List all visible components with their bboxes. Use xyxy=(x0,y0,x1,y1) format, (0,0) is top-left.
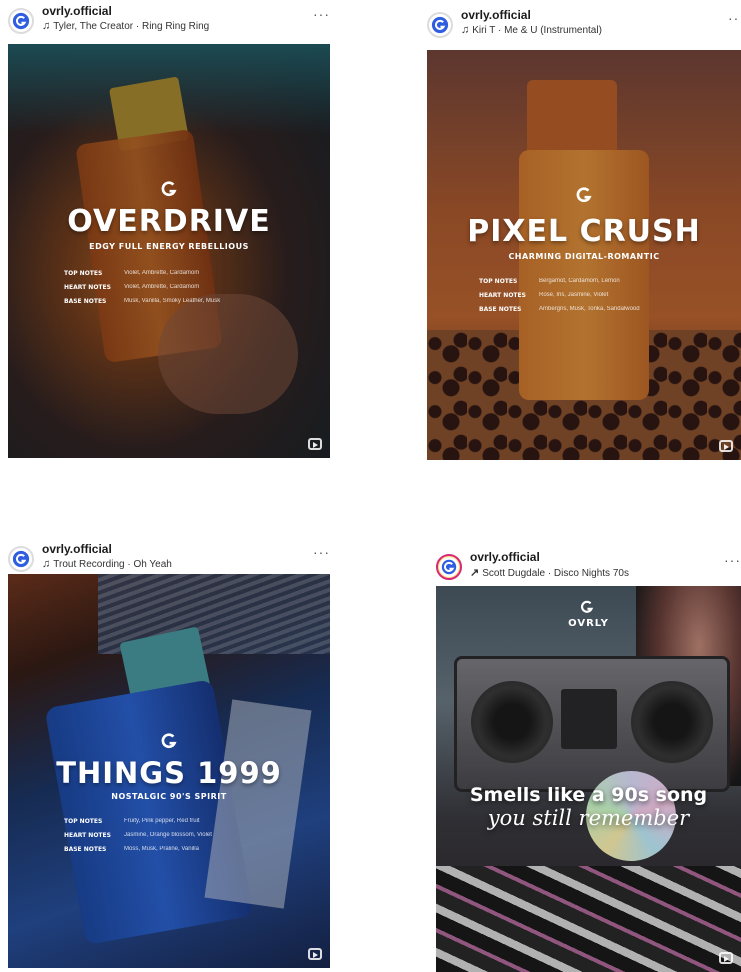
notes-value: Ambergris, Musk, Tonka, Sandalwood xyxy=(539,306,640,312)
post-header: ovrly.official ♫ Tyler, The Creator · Rin… xyxy=(8,2,330,46)
notes-value: Rose, Iris, Jasmine, Violet xyxy=(539,292,609,298)
ovrly-logo-icon xyxy=(161,181,177,197)
username[interactable]: ovrly.official xyxy=(42,4,112,18)
ovrly-logo-icon xyxy=(576,187,592,203)
notes-label: TOP NOTES xyxy=(64,269,103,277)
notes-label: TOP NOTES xyxy=(479,277,518,285)
notes-value: Moss, Musk, Praline, Vanilla xyxy=(124,846,199,852)
music-note-icon: ♫ xyxy=(461,24,470,36)
fragrance-notes: TOP NOTES Violet, Ambrette, Cardamom HEAR… xyxy=(64,266,220,308)
reel-icon xyxy=(308,948,322,960)
notes-value: Fruity, Pink pepper, Red fruit xyxy=(124,818,200,824)
post-disco: ovrly.official ↗ Scott Dugdale · Disco Ni… xyxy=(436,548,741,972)
fragrance-title: THINGS 1999 xyxy=(56,756,282,790)
reel-icon xyxy=(719,440,733,452)
audio-track[interactable]: ♫ Kiri T · Me & U (Instrumental) xyxy=(461,24,602,36)
tagline-line-1: Smells like a 90s song xyxy=(469,784,708,806)
ovrly-logo-icon xyxy=(441,559,457,575)
audio-track[interactable]: ♫ Trout Recording · Oh Yeah xyxy=(42,558,172,570)
avatar[interactable] xyxy=(8,8,34,34)
username[interactable]: ovrly.official xyxy=(461,8,531,22)
notes-row-top: TOP NOTES Bergamot, Cardamom, Lemon xyxy=(479,274,640,288)
username[interactable]: ovrly.official xyxy=(42,542,112,556)
notes-row-heart: HEART NOTES Jasmine, Orange blossom, Viol… xyxy=(64,828,212,842)
more-options-icon[interactable]: ··· xyxy=(313,6,330,22)
fragrance-notes: TOP NOTES Fruity, Pink pepper, Red fruit … xyxy=(64,814,212,856)
music-note-icon: ♫ xyxy=(42,558,51,570)
post-media[interactable]: OVERDRIVE EDGY FULL ENERGY REBELLIOUS TO… xyxy=(8,44,330,458)
audio-track[interactable]: ↗ Scott Dugdale · Disco Nights 70s xyxy=(470,566,629,579)
notes-value: Violet, Ambrette, Cardamom xyxy=(124,270,200,276)
tagline: Smells like a 90s song you still remembe… xyxy=(436,784,741,830)
audio-track-label: Kiri T · Me & U (Instrumental) xyxy=(472,25,602,36)
post-overdrive: ovrly.official ♫ Tyler, The Creator · Rin… xyxy=(8,2,330,458)
notes-row-top: TOP NOTES Violet, Ambrette, Cardamom xyxy=(64,266,220,280)
fragrance-notes: TOP NOTES Bergamot, Cardamom, Lemon HEART… xyxy=(479,274,640,316)
notes-value: Bergamot, Cardamom, Lemon xyxy=(539,278,620,284)
fragrance-subtitle: NOSTALGIC 90'S SPIRIT xyxy=(111,792,227,801)
notes-label: HEART NOTES xyxy=(64,283,111,291)
notes-value: Musk, Vanilla, Smoky Leather, Musk xyxy=(124,298,221,304)
notes-row-base: BASE NOTES Musk, Vanilla, Smoky Leather, … xyxy=(64,294,220,308)
notes-row-heart: HEART NOTES Violet, Ambrette, Cardamom xyxy=(64,280,220,294)
fragrance-title: OVERDRIVE xyxy=(67,204,271,239)
music-note-icon: ♫ xyxy=(42,20,51,32)
ovrly-logo-icon xyxy=(161,733,177,749)
post-pixel-crush: ovrly.official ♫ Kiri T · Me & U (Instrum… xyxy=(427,6,741,460)
audio-track-label: Tyler, The Creator · Ring Ring Ring xyxy=(53,21,210,32)
post-media[interactable]: THINGS 1999 NOSTALGIC 90'S SPIRIT TOP NO… xyxy=(8,574,330,968)
notes-row-base: BASE NOTES Moss, Musk, Praline, Vanilla xyxy=(64,842,212,856)
post-media[interactable]: OVRLY Smells like a 90s song you still r… xyxy=(436,586,741,972)
notes-value: Violet, Ambrette, Cardamom xyxy=(124,284,200,290)
notes-row-heart: HEART NOTES Rose, Iris, Jasmine, Violet xyxy=(479,288,640,302)
more-options-icon[interactable]: ··· xyxy=(724,552,741,568)
brand-wordmark: OVRLY xyxy=(568,618,609,629)
post-things-1999: ovrly.official ♫ Trout Recording · Oh Yea… xyxy=(8,540,330,968)
reel-icon xyxy=(308,438,322,450)
notes-label: BASE NOTES xyxy=(64,297,107,305)
notes-label: BASE NOTES xyxy=(64,845,107,853)
ovrly-logo-icon xyxy=(12,12,30,30)
ovrly-logo-icon xyxy=(431,16,449,34)
ovrly-logo-icon xyxy=(581,600,594,613)
username[interactable]: ovrly.official xyxy=(470,550,540,564)
post-media[interactable]: PIXEL CRUSH CHARMING DIGITAL-ROMANTIC TO… xyxy=(427,50,741,460)
avatar[interactable] xyxy=(436,554,462,580)
tagline-line-2: you still remember xyxy=(487,806,690,830)
notes-label: HEART NOTES xyxy=(64,831,111,839)
audio-track-label: Scott Dugdale · Disco Nights 70s xyxy=(482,568,629,579)
fragrance-subtitle: CHARMING DIGITAL-ROMANTIC xyxy=(508,252,660,261)
reel-icon xyxy=(719,952,733,964)
fragrance-subtitle: EDGY FULL ENERGY REBELLIOUS xyxy=(89,242,249,251)
notes-row-base: BASE NOTES Ambergris, Musk, Tonka, Sandal… xyxy=(479,302,640,316)
trending-arrow-icon: ↗ xyxy=(470,567,480,579)
dark-overlay xyxy=(8,44,330,458)
notes-label: HEART NOTES xyxy=(479,291,526,299)
audio-track[interactable]: ♫ Tyler, The Creator · Ring Ring Ring xyxy=(42,20,209,32)
ovrly-logo-icon xyxy=(12,550,30,568)
avatar[interactable] xyxy=(8,546,34,572)
post-header: ovrly.official ♫ Kiri T · Me & U (Instrum… xyxy=(427,6,741,50)
notes-label: BASE NOTES xyxy=(479,305,522,313)
more-options-icon[interactable]: ··· xyxy=(728,10,741,26)
notes-row-top: TOP NOTES Fruity, Pink pepper, Red fruit xyxy=(64,814,212,828)
notes-value: Jasmine, Orange blossom, Violet xyxy=(124,832,212,838)
dark-overlay xyxy=(436,586,741,972)
fragrance-title: PIXEL CRUSH xyxy=(467,214,701,249)
audio-track-label: Trout Recording · Oh Yeah xyxy=(53,559,172,570)
avatar[interactable] xyxy=(427,12,453,38)
more-options-icon[interactable]: ··· xyxy=(313,544,330,560)
notes-label: TOP NOTES xyxy=(64,817,103,825)
